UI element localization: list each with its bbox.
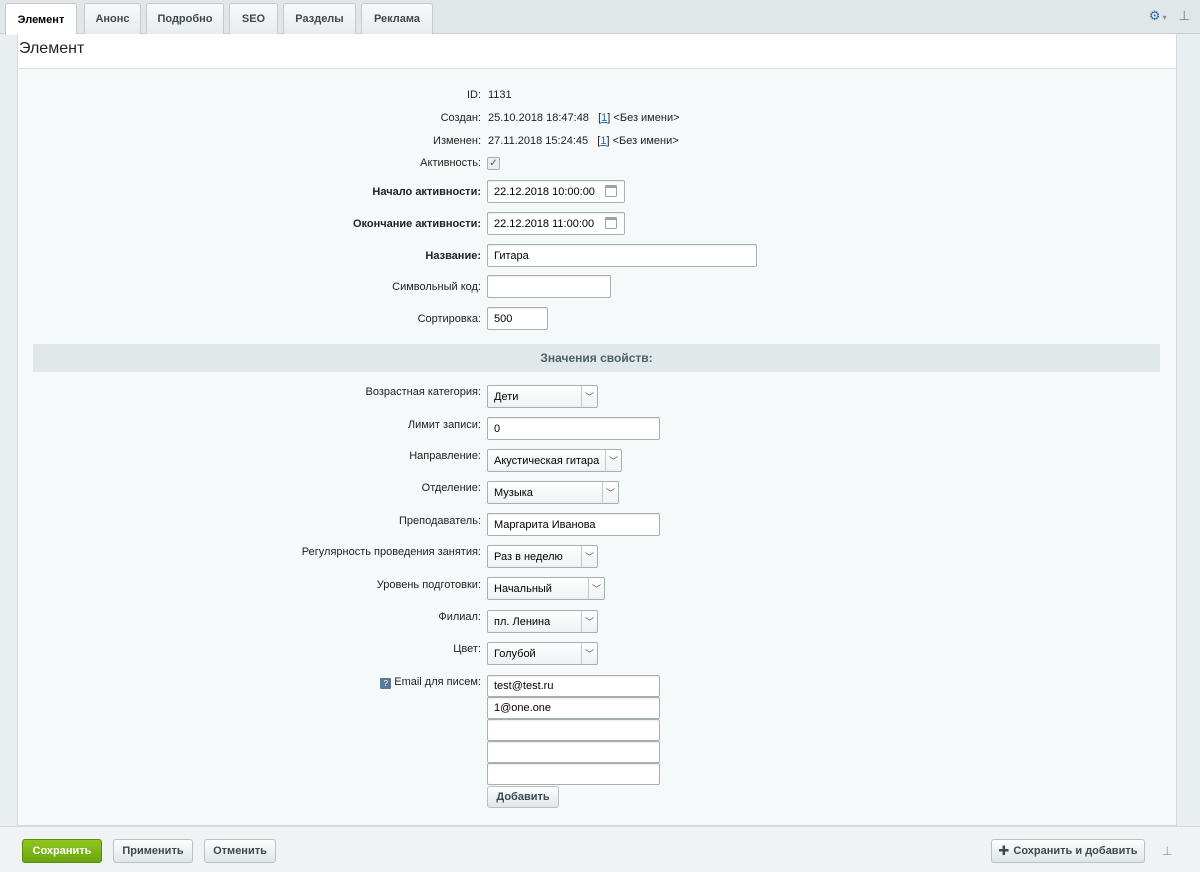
- save-and-add-label: Сохранить и добавить: [1013, 845, 1138, 857]
- sort-input[interactable]: 500: [487, 307, 548, 330]
- chevron-down-icon: ﹀: [588, 578, 604, 599]
- calendar-icon[interactable]: [605, 185, 617, 197]
- color-value: Голубой: [494, 647, 536, 660]
- created-user-link[interactable]: 1: [601, 112, 607, 124]
- department-select[interactable]: Музыка ﹀: [487, 481, 619, 504]
- help-icon[interactable]: ?: [380, 678, 392, 689]
- email-value-1: test@test.ru: [494, 680, 554, 692]
- chevron-down-icon: ﹀: [605, 450, 621, 471]
- chevron-down-icon: ﹀: [581, 386, 597, 407]
- teacher-value: Маргарита Иванова: [494, 518, 596, 531]
- modified-date: 27.11.2018 15:24:45: [488, 135, 589, 147]
- active-checkbox[interactable]: ✓: [487, 157, 500, 170]
- properties-section-header: Значения свойств:: [33, 344, 1160, 372]
- calendar-icon[interactable]: [605, 217, 617, 229]
- active-from-label: Начало активности:: [372, 186, 481, 198]
- age-select[interactable]: Дети ﹀: [487, 385, 598, 408]
- email-value-2: 1@one.one: [494, 702, 552, 714]
- code-label: Символьный код:: [392, 281, 481, 293]
- sort-value: 500: [494, 312, 513, 325]
- active-label: Активность:: [420, 157, 481, 169]
- chevron-down-icon: ﹀: [581, 611, 597, 632]
- branch-value: пл. Ленина: [494, 615, 551, 628]
- name-value: Гитара: [494, 249, 529, 262]
- tab-sections[interactable]: Разделы: [283, 3, 356, 34]
- plus-icon: ✚: [998, 843, 1010, 858]
- direction-label: Направление:: [409, 450, 481, 462]
- add-email-button[interactable]: Добавить: [487, 786, 559, 808]
- pin-icon[interactable]: ⊥: [1162, 844, 1172, 858]
- limit-input[interactable]: 0: [487, 417, 660, 440]
- apply-button[interactable]: Применить: [113, 839, 193, 863]
- color-label: Цвет:: [453, 643, 481, 655]
- limit-value: 0: [494, 422, 501, 435]
- page-title: Элемент: [19, 40, 85, 57]
- branch-label: Филиал:: [438, 611, 481, 623]
- code-input[interactable]: [487, 275, 611, 298]
- sort-label: Сортировка:: [417, 313, 481, 325]
- cancel-button[interactable]: Отменить: [204, 839, 276, 863]
- modified-value: 27.11.2018 15:24:45 [1] <Без имени>: [488, 135, 679, 147]
- age-label: Возрастная категория:: [365, 386, 481, 398]
- level-label: Уровень подготовки:: [376, 579, 481, 591]
- save-and-add-button[interactable]: ✚ Сохранить и добавить: [991, 839, 1145, 863]
- regularity-value: Раз в неделю: [494, 550, 563, 563]
- email-input-1[interactable]: test@test.ru: [487, 675, 660, 697]
- tab-announce[interactable]: Анонс: [84, 3, 141, 34]
- save-button[interactable]: Сохранить: [22, 839, 102, 863]
- modified-user-link[interactable]: 1: [600, 135, 606, 147]
- tab-bar: Элемент Анонс Подробно SEO Разделы Рекла…: [0, 0, 1200, 35]
- active-to-value: 22.12.2018 11:00:00: [494, 217, 595, 230]
- created-label: Создан:: [440, 112, 481, 124]
- direction-value: Акустическая гитара: [494, 454, 600, 467]
- regularity-select[interactable]: Раз в неделю ﹀: [487, 545, 598, 568]
- level-value: Начальный: [494, 582, 552, 595]
- level-select[interactable]: Начальный ﹀: [487, 577, 605, 600]
- tab-ads[interactable]: Реклама: [361, 3, 433, 34]
- modified-user-name: <Без имени>: [612, 135, 679, 147]
- name-label: Название:: [425, 250, 481, 262]
- active-from-input[interactable]: 22.12.2018 10:00:00: [487, 180, 625, 203]
- id-value: 1131: [488, 89, 512, 101]
- footer-bar: Сохранить Применить Отменить ✚ Сохранить …: [0, 826, 1200, 872]
- email-input-2[interactable]: 1@one.one: [487, 697, 660, 719]
- branch-select[interactable]: пл. Ленина ﹀: [487, 610, 598, 633]
- color-select[interactable]: Голубой ﹀: [487, 642, 598, 665]
- id-label: ID:: [466, 89, 481, 101]
- modified-label: Изменен:: [433, 135, 481, 147]
- name-input[interactable]: Гитара: [487, 244, 757, 267]
- pin-icon[interactable]: ⊥: [1179, 8, 1190, 24]
- department-value: Музыка: [494, 486, 533, 499]
- regularity-label: Регулярность проведения занятия:: [301, 546, 481, 558]
- email-input-5[interactable]: [487, 763, 660, 785]
- chevron-down-icon: ﹀: [581, 643, 597, 664]
- tab-details[interactable]: Подробно: [146, 3, 224, 34]
- email-label-text: Email для писем:: [394, 676, 481, 688]
- limit-label: Лимит записи:: [407, 419, 481, 431]
- department-label: Отделение:: [421, 482, 481, 494]
- created-value: 25.10.2018 18:47:48 [1] <Без имени>: [488, 112, 680, 124]
- email-input-3[interactable]: [487, 719, 660, 741]
- email-label: ? Email для писем:: [380, 676, 481, 689]
- active-to-input[interactable]: 22.12.2018 11:00:00: [487, 212, 625, 235]
- active-to-label: Окончание активности:: [352, 218, 481, 230]
- direction-select[interactable]: Акустическая гитара ﹀: [487, 449, 622, 472]
- tab-seo[interactable]: SEO: [229, 3, 278, 34]
- age-value: Дети: [494, 390, 519, 403]
- active-from-value: 22.12.2018 10:00:00: [494, 185, 595, 198]
- chevron-down-icon: ﹀: [581, 546, 597, 567]
- teacher-label: Преподаватель:: [399, 515, 481, 527]
- created-date: 25.10.2018 18:47:48: [488, 112, 589, 124]
- teacher-input[interactable]: Маргарита Иванова: [487, 513, 660, 536]
- gear-icon[interactable]: ⚙ ▾: [1149, 8, 1167, 24]
- chevron-down-icon: ﹀: [602, 482, 618, 503]
- created-user-name: <Без имени>: [613, 112, 680, 124]
- email-input-4[interactable]: [487, 741, 660, 763]
- tab-element[interactable]: Элемент: [5, 3, 77, 35]
